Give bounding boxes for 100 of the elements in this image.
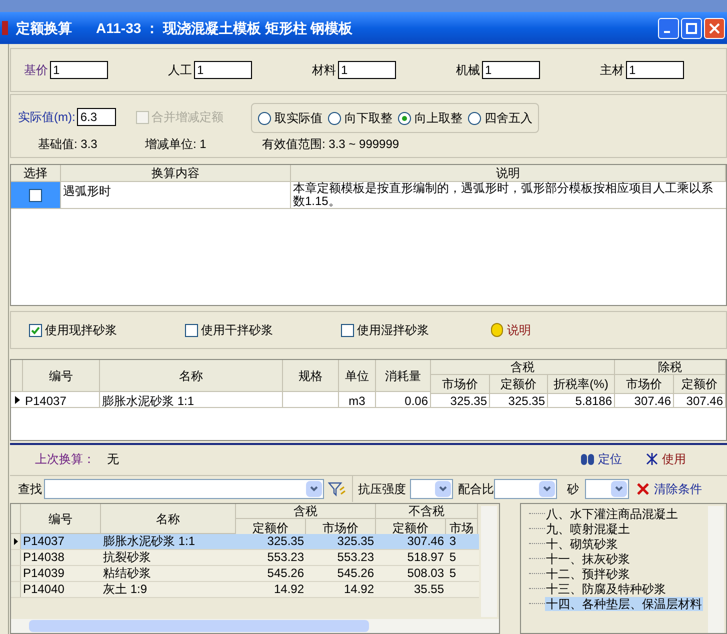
- tree-item[interactable]: 十三、防腐及特种砂浆: [545, 582, 667, 596]
- last-conversion-label: 上次换算：: [35, 451, 95, 468]
- column-header[interactable]: 除税: [615, 360, 726, 375]
- input-field[interactable]: 6.3: [77, 108, 116, 126]
- chevron-down-icon: [611, 480, 627, 496]
- column-header[interactable]: 含税: [236, 504, 376, 519]
- table-cell-text: 545.26: [266, 566, 305, 581]
- table-cell-text: P14037: [22, 534, 66, 549]
- radio-label: 向上取整: [414, 110, 462, 127]
- chevron-down-icon: [306, 480, 322, 496]
- table-cell: 5.8186: [548, 392, 615, 407]
- tree-item[interactable]: 八、水下灌注商品混凝土: [545, 506, 679, 520]
- input-field[interactable]: 1: [482, 61, 540, 79]
- locate-button[interactable]: 定位: [598, 450, 622, 468]
- column-header[interactable]: 不含税: [376, 504, 478, 519]
- info-text: 有效值范围: 3.3 ~ 999999: [262, 136, 400, 153]
- input-field[interactable]: 1: [50, 61, 108, 79]
- table-row[interactable]: P14038 抗裂砂浆 553.23 553.23 518.97 5: [11, 550, 479, 566]
- tree-item[interactable]: 九、喷射混凝土: [545, 522, 631, 536]
- tree-item[interactable]: 十一、抹灰砂浆: [545, 552, 631, 566]
- column-header[interactable]: 名称: [101, 504, 236, 534]
- row-header[interactable]: [11, 534, 21, 549]
- column-header[interactable]: 说明: [291, 165, 726, 182]
- table-cell-text: 14.92: [272, 582, 305, 597]
- dropdown[interactable]: [44, 478, 324, 498]
- dropdown[interactable]: [494, 478, 557, 498]
- column-header[interactable]: 定额价: [674, 375, 726, 394]
- column-header[interactable]: 市场价: [431, 375, 490, 394]
- tree-item[interactable]: 十四、各种垫层、保温层材料: [545, 596, 703, 610]
- dropdown[interactable]: [585, 478, 629, 498]
- checkbox[interactable]: [341, 324, 354, 336]
- table-cell: 325.35: [490, 392, 548, 407]
- use-button[interactable]: 使用: [662, 450, 686, 468]
- column-header[interactable]: 市场价: [615, 375, 674, 394]
- clear-conditions-button[interactable]: 清除条件: [654, 480, 702, 498]
- minimize-button[interactable]: [658, 18, 679, 38]
- dropdown[interactable]: [410, 478, 453, 498]
- horizontal-scrollbar[interactable]: [11, 619, 499, 633]
- table-cell: 膨胀水泥砂浆 1:1: [100, 392, 283, 407]
- column-header[interactable]: 换算内容: [61, 165, 291, 182]
- table-row[interactable]: P14037 膨胀水泥砂浆 1:1 325.35 325.35 307.46 3: [11, 534, 479, 550]
- column-header[interactable]: 消耗量: [376, 360, 431, 392]
- chevron-down-icon: [539, 480, 555, 496]
- input-field[interactable]: 1: [626, 61, 684, 79]
- help-link[interactable]: 说明: [507, 321, 531, 339]
- table-cell: 307.46: [674, 392, 726, 407]
- close-icon: [709, 22, 720, 34]
- table-cell-text: 518.97: [406, 550, 445, 565]
- table-row[interactable]: P14039 粘结砂浆 545.26 545.26 508.03 5: [11, 566, 479, 582]
- last-conversion-value: 无: [107, 451, 119, 468]
- column-header[interactable]: 折税率(%): [548, 375, 615, 394]
- column-header[interactable]: 含税: [431, 360, 615, 375]
- app-icon: [2, 21, 8, 35]
- table-cell-text: 14.92: [342, 582, 375, 597]
- maximize-button[interactable]: [681, 18, 702, 38]
- table-cell-text: P14038: [22, 550, 66, 565]
- column-header[interactable]: 规格: [283, 360, 339, 392]
- radio-label: 四舍五入: [484, 110, 532, 127]
- table-cell-text: 5: [448, 566, 457, 581]
- table-cell-text: 35.55: [412, 582, 445, 597]
- table-cell-text: 抗裂砂浆: [102, 550, 152, 565]
- close-button[interactable]: [704, 18, 725, 38]
- input-field[interactable]: 1: [338, 61, 396, 79]
- check-icon: [31, 326, 40, 334]
- column-header[interactable]: 名称: [100, 360, 283, 392]
- maximize-icon: [686, 22, 697, 34]
- field-label: 主材: [600, 62, 624, 79]
- window-subtitle: A11-33 ： 现浇混凝土模板 矩形柱 钢模板: [96, 18, 353, 38]
- table-cell-text: 5: [448, 550, 457, 565]
- column-header[interactable]: [11, 360, 23, 392]
- radio-button[interactable]: [328, 112, 342, 124]
- chevron-down-icon: [435, 480, 451, 496]
- column-header[interactable]: 定额价: [490, 375, 548, 394]
- checkbox[interactable]: [29, 324, 42, 336]
- row-pointer-icon: [14, 538, 18, 545]
- scroll-thumb[interactable]: [29, 620, 369, 632]
- column-header[interactable]: 单位: [339, 360, 376, 392]
- column-header[interactable]: 编号: [21, 504, 101, 534]
- checkbox[interactable]: [29, 188, 42, 202]
- table-cell-text: 508.03: [406, 566, 445, 581]
- column-header[interactable]: 选择: [11, 165, 61, 182]
- table-cell-text: 本章定额模板是按直形编制的，遇弧形时，弧形部分模板按相应项目人工乘以系数1.15。: [292, 182, 714, 208]
- radio-button[interactable]: [398, 112, 412, 124]
- info-text: 基础值: 3.3: [38, 136, 98, 153]
- table-row[interactable]: P14040 灰土 1:9 14.92 14.92 35.55: [11, 582, 479, 598]
- vertical-scrollbar[interactable]: [708, 506, 724, 633]
- binoculars-icon: [581, 454, 595, 464]
- input-field[interactable]: 1: [194, 61, 252, 79]
- table-cell: P14037: [23, 392, 100, 407]
- radio-button[interactable]: [258, 112, 272, 124]
- tree-item[interactable]: 十、砌筑砂浆: [545, 536, 619, 550]
- tree-item[interactable]: 十二、预拌砂浆: [545, 566, 631, 580]
- field-label: 人工: [168, 62, 192, 79]
- checkbox-label: 使用干拌砂浆: [201, 322, 273, 339]
- table-cell-text: 粘结砂浆: [102, 566, 152, 581]
- minimize-icon: [664, 30, 670, 32]
- checkbox[interactable]: [185, 324, 198, 336]
- column-header[interactable]: 编号: [23, 360, 100, 392]
- radio-button[interactable]: [468, 112, 482, 124]
- table-cell-text: 553.23: [266, 550, 305, 565]
